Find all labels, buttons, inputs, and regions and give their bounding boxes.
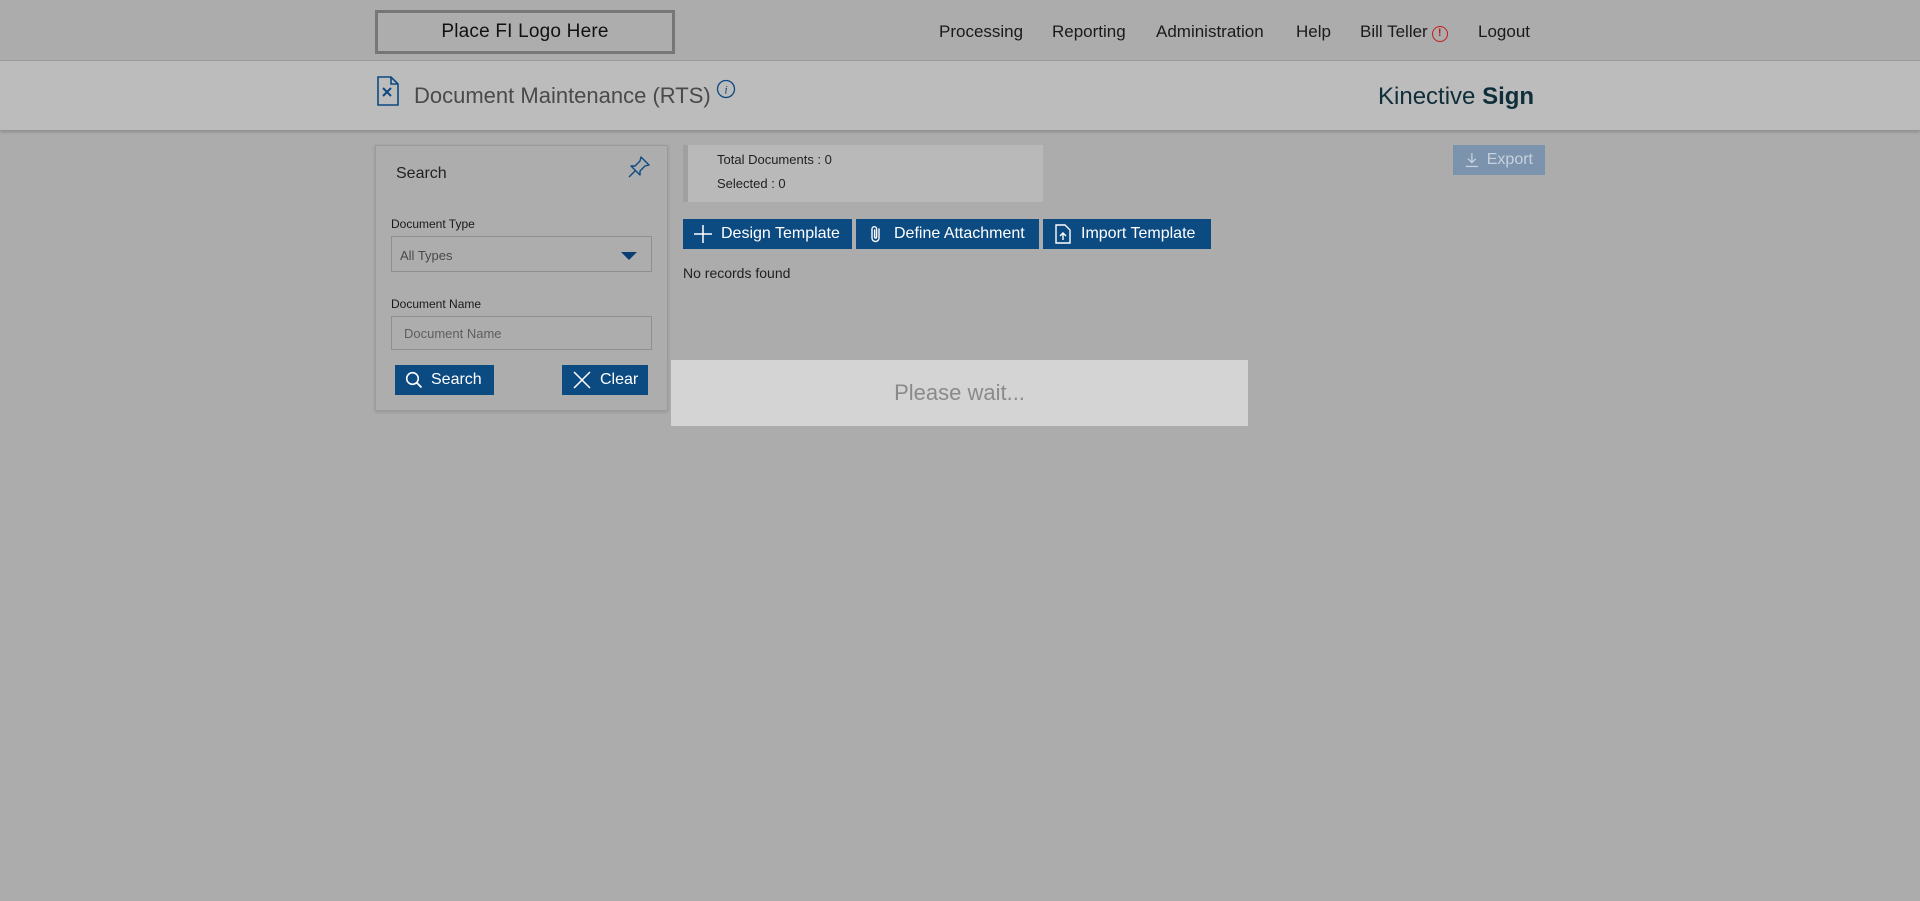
document-summary: Total Documents : 0 Selected : 0 bbox=[683, 145, 1043, 202]
info-glyph: i bbox=[724, 83, 727, 97]
document-type-label: Document Type bbox=[391, 217, 475, 231]
search-button-label: Search bbox=[431, 371, 482, 388]
document-type-value: All Types bbox=[400, 248, 453, 263]
search-icon bbox=[405, 371, 423, 389]
nav-logout[interactable]: Logout bbox=[1478, 22, 1530, 42]
nav-administration[interactable]: Administration bbox=[1156, 22, 1264, 42]
document-maintenance-icon bbox=[377, 76, 399, 106]
no-records-message: No records found bbox=[683, 265, 791, 281]
total-documents-count: Total Documents : 0 bbox=[717, 152, 832, 167]
file-upload-icon bbox=[1055, 224, 1071, 244]
clear-button-label: Clear bbox=[600, 371, 639, 388]
alert-icon[interactable]: ! bbox=[1431, 26, 1448, 42]
paperclip-icon bbox=[871, 226, 880, 243]
document-type-select[interactable]: All Types bbox=[391, 236, 652, 272]
design-template-button[interactable]: Design Template bbox=[683, 219, 852, 249]
brand-logo: Kinective Sign bbox=[1378, 83, 1534, 111]
main-nav: Processing Reporting Administration Help… bbox=[0, 22, 1920, 46]
export-button[interactable]: Export bbox=[1453, 145, 1545, 175]
nav-help[interactable]: Help bbox=[1296, 22, 1331, 42]
info-icon[interactable]: i bbox=[716, 79, 736, 99]
nav-processing[interactable]: Processing bbox=[939, 22, 1023, 42]
search-panel-title: Search bbox=[396, 165, 447, 182]
close-icon bbox=[573, 371, 591, 389]
search-button[interactable]: Search bbox=[395, 365, 494, 395]
clear-button[interactable]: Clear bbox=[562, 365, 648, 395]
download-icon bbox=[1465, 153, 1478, 168]
import-template-button[interactable]: Import Template bbox=[1043, 219, 1211, 249]
import-template-label: Import Template bbox=[1081, 225, 1196, 242]
export-button-label: Export bbox=[1486, 151, 1533, 168]
user-name: Bill Teller bbox=[1360, 22, 1428, 41]
pin-icon[interactable] bbox=[626, 154, 652, 180]
plus-icon bbox=[694, 225, 712, 243]
document-name-input[interactable] bbox=[391, 316, 652, 350]
define-attachment-button[interactable]: Define Attachment bbox=[856, 219, 1039, 249]
brand-prefix: Kinective bbox=[1378, 83, 1476, 110]
chevron-down-icon bbox=[621, 252, 637, 260]
search-panel: Search Document Type All Types Document … bbox=[375, 145, 668, 411]
document-name-label: Document Name bbox=[391, 297, 482, 311]
loading-message: Please wait... bbox=[894, 380, 1025, 405]
selected-count: Selected : 0 bbox=[717, 176, 786, 191]
nav-reporting[interactable]: Reporting bbox=[1052, 22, 1126, 42]
design-template-label: Design Template bbox=[721, 225, 840, 242]
top-navigation-bar: Place FI Logo Here Processing Reporting … bbox=[0, 0, 1920, 61]
define-attachment-label: Define Attachment bbox=[894, 225, 1025, 242]
page-title: Document Maintenance (RTS) bbox=[414, 83, 711, 108]
loading-overlay: Please wait... bbox=[671, 360, 1248, 426]
nav-user-menu[interactable]: Bill Teller! bbox=[1360, 22, 1448, 42]
brand-bold: Sign bbox=[1482, 83, 1535, 110]
page-header-band: Document Maintenance (RTS) i Kinective S… bbox=[0, 61, 1920, 130]
